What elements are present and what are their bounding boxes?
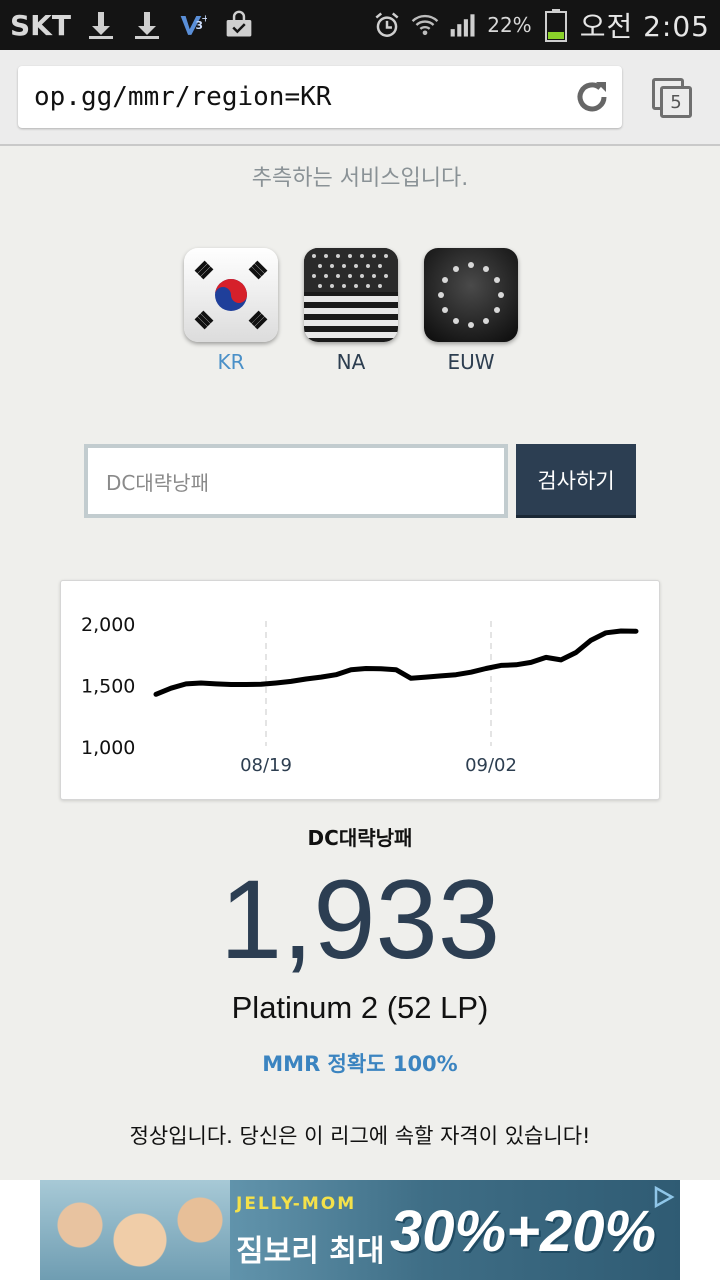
browser-toolbar: op.gg/mmr/region=KR 5: [0, 50, 720, 146]
region-label-na: NA: [336, 350, 366, 374]
signal-icon: [449, 10, 477, 40]
v3-antivirus-icon: 3+: [179, 10, 207, 40]
y-tick-label: 2,000: [81, 614, 135, 636]
ad-subtitle: 짐보리 최대: [236, 1234, 385, 1269]
battery-percent: 22%: [487, 13, 532, 37]
ad-banner[interactable]: JELLY-MOM 짐보리 최대 30%+20%: [40, 1180, 680, 1280]
status-bar: SKT 3+ 22% 오전 2:05: [0, 0, 720, 50]
ad-area: JELLY-MOM 짐보리 최대 30%+20%: [0, 1180, 720, 1280]
region-label-euw: EUW: [447, 350, 495, 374]
verdict-message: 정상입니다. 당신은 이 리그에 속할 자격이 있습니다!: [129, 1124, 591, 1148]
mmr-history-chart: 2,000 1,500 1,000 08/19 09/02: [60, 580, 660, 800]
summoner-search-input[interactable]: DC대략낭패: [84, 444, 508, 518]
page-content: 추측하는 서비스입니다. KR NA EUW DC대략낭패 검사하기 2,000…: [0, 148, 720, 1180]
region-na[interactable]: NA: [304, 248, 398, 374]
download-icon: [87, 10, 115, 40]
mmr-chart-svg: 2,000 1,500 1,000 08/19 09/02: [81, 614, 639, 776]
tab-count: 5: [660, 86, 692, 118]
reload-icon[interactable]: [574, 79, 610, 115]
region-kr[interactable]: KR: [184, 248, 278, 374]
carrier-label: SKT: [10, 8, 71, 42]
korea-flag-icon: [184, 248, 278, 342]
mmr-accuracy: MMR 정확도 100%: [262, 1052, 458, 1076]
region-euw[interactable]: EUW: [424, 248, 518, 374]
y-tick-label: 1,500: [81, 676, 135, 698]
ad-photo: [40, 1180, 230, 1280]
summoner-name: DC대략낭패: [307, 826, 413, 850]
mmr-series-line: [153, 628, 639, 697]
alarm-icon: [373, 10, 401, 40]
region-label-kr: KR: [217, 350, 245, 374]
eu-flag-icon: [424, 248, 518, 342]
svg-text:+: +: [201, 14, 207, 25]
clock: 오전 2:05: [579, 10, 710, 43]
url-field[interactable]: op.gg/mmr/region=KR: [18, 66, 622, 128]
wifi-icon: [411, 10, 439, 40]
usa-flag-icon: [304, 248, 398, 342]
tier-label: Platinum 2 (52 LP): [231, 990, 489, 1025]
service-description: 추측하는 서비스입니다.: [251, 166, 469, 191]
mmr-value: 1,933: [219, 857, 501, 982]
adchoices-icon[interactable]: [650, 1184, 676, 1210]
shopping-bag-icon: [225, 10, 253, 40]
url-text: op.gg/mmr/region=KR: [34, 82, 332, 112]
download-icon: [133, 10, 161, 40]
battery-icon: [542, 9, 570, 42]
x-tick-label: 08/19: [240, 755, 292, 776]
x-tick-label: 09/02: [465, 755, 517, 776]
ad-promo: 30%+20%: [390, 1199, 657, 1264]
y-tick-label: 1,000: [81, 737, 135, 759]
ad-brand: JELLY-MOM: [236, 1194, 357, 1214]
search-button[interactable]: 검사하기: [516, 444, 636, 518]
tabs-button[interactable]: 5: [648, 74, 696, 122]
